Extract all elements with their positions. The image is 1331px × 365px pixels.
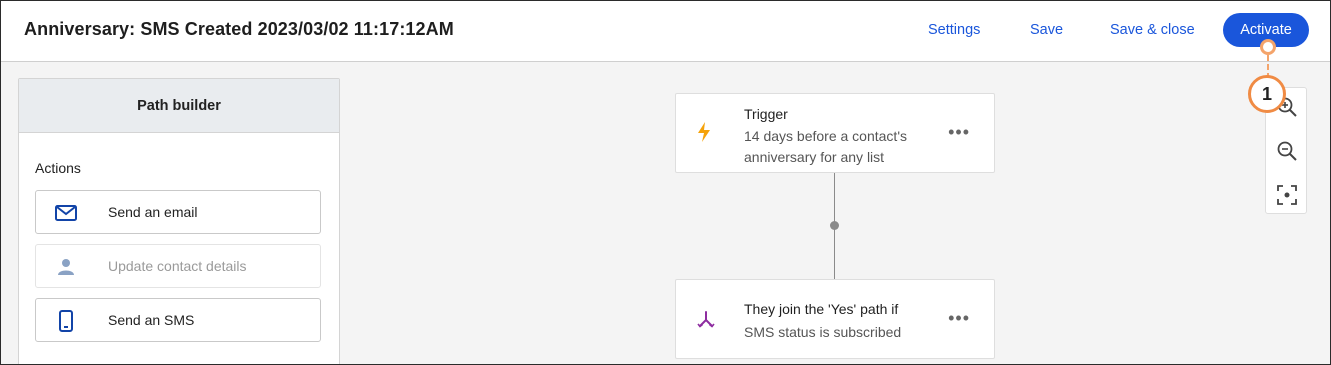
condition-title: They join the 'Yes' path if: [744, 301, 899, 317]
zoom-out-icon[interactable]: [1276, 140, 1298, 162]
actions-heading: Actions: [35, 160, 81, 176]
callout-ring: [1260, 39, 1276, 55]
trigger-node[interactable]: Trigger 14 days before a contact's anniv…: [675, 93, 995, 173]
lightning-icon: [696, 121, 712, 148]
callout-badge: 1: [1248, 75, 1286, 113]
person-icon: [54, 256, 78, 278]
phone-icon: [54, 310, 78, 332]
add-step-dot[interactable]: [830, 221, 839, 230]
fit-screen-icon[interactable]: [1276, 184, 1298, 206]
trigger-title: Trigger: [744, 106, 788, 122]
trigger-description-line-2: anniversary for any list: [744, 149, 885, 165]
page-title: Anniversary: SMS Created 2023/03/02 11:1…: [24, 19, 454, 39]
send-email-action[interactable]: Send an email: [35, 190, 321, 234]
update-contact-label: Update contact details: [108, 258, 247, 274]
header-bar: Anniversary: SMS Created 2023/03/02 11:1…: [1, 1, 1330, 62]
condition-more-button[interactable]: •••: [948, 308, 970, 329]
path-builder-panel: Path builder Actions Send an email Updat…: [18, 78, 340, 364]
send-sms-action[interactable]: Send an SMS: [35, 298, 321, 342]
send-sms-label: Send an SMS: [108, 312, 195, 328]
envelope-icon: [54, 202, 78, 224]
update-contact-action: Update contact details: [35, 244, 321, 288]
trigger-more-button[interactable]: •••: [948, 122, 970, 143]
app-frame: Anniversary: SMS Created 2023/03/02 11:1…: [0, 0, 1331, 365]
path-builder-title: Path builder: [19, 79, 339, 133]
settings-link[interactable]: Settings: [928, 22, 980, 38]
save-link[interactable]: Save: [1030, 22, 1063, 38]
save-close-link[interactable]: Save & close: [1110, 22, 1195, 38]
condition-description: SMS status is subscribed: [744, 324, 902, 340]
condition-node[interactable]: They join the 'Yes' path if SMS status i…: [675, 279, 995, 359]
send-email-label: Send an email: [108, 204, 198, 220]
split-icon: [696, 310, 716, 335]
trigger-description-line-1: 14 days before a contact's: [744, 128, 907, 144]
